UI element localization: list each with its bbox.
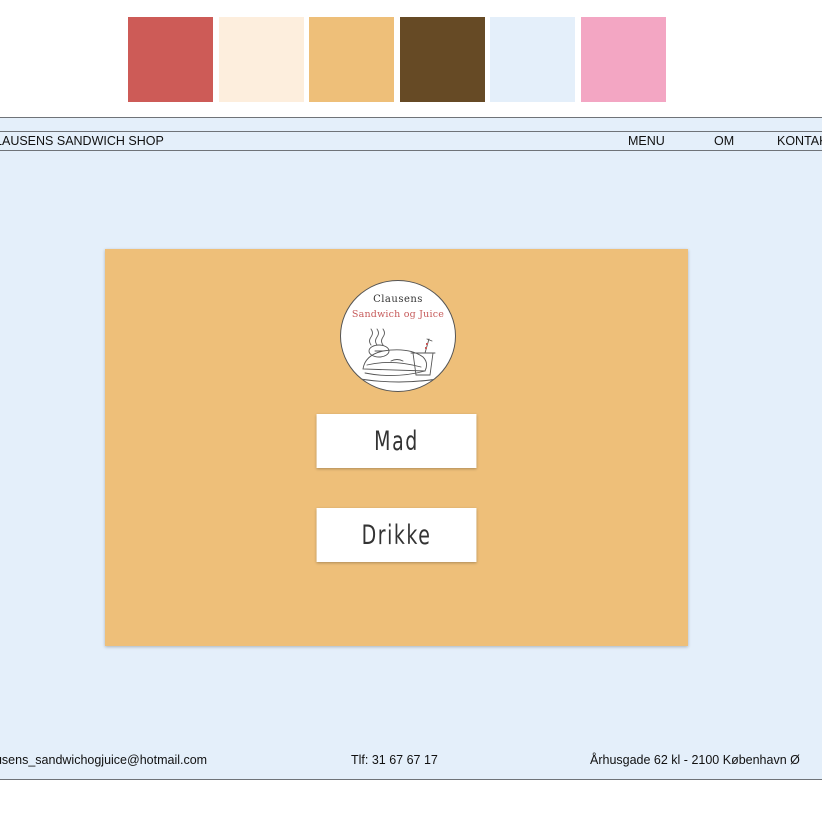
nav-link-menu[interactable]: MENU <box>628 132 665 150</box>
color-swatch-cream <box>219 17 304 102</box>
top-navigation: CLAUSENS SANDWICH SHOP MENU OM KONTAKT <box>0 131 822 151</box>
footer-address: Århusgade 62 kl - 2100 København Ø <box>590 753 800 767</box>
color-swatch-pink <box>581 17 666 102</box>
brand-name[interactable]: CLAUSENS SANDWICH SHOP <box>0 132 164 150</box>
footer-email[interactable]: clausens_sandwichogjuice@hotmail.com <box>0 742 207 778</box>
footer-phone: Tlf: 31 67 67 17 <box>351 753 438 767</box>
drikke-button[interactable]: Drikke <box>316 508 477 562</box>
color-swatch-brown <box>400 17 485 102</box>
mad-button[interactable]: Mad <box>316 414 477 468</box>
nav-link-kontakt[interactable]: KONTAKT <box>777 132 822 150</box>
menu-card: Clausens Sandwich og Juice Mad Drikke <box>105 249 688 646</box>
shop-logo: Clausens Sandwich og Juice <box>340 280 456 392</box>
sandwich-juice-illustration <box>348 328 450 383</box>
footer: clausens_sandwichogjuice@hotmail.com Tlf… <box>0 742 822 778</box>
color-swatch-red <box>128 17 213 102</box>
color-swatch-tan <box>309 17 394 102</box>
nav-link-om[interactable]: OM <box>714 132 734 150</box>
color-swatch-light-blue <box>490 17 575 102</box>
page-mockup: CLAUSENS SANDWICH SHOP MENU OM KONTAKT C… <box>0 117 822 780</box>
